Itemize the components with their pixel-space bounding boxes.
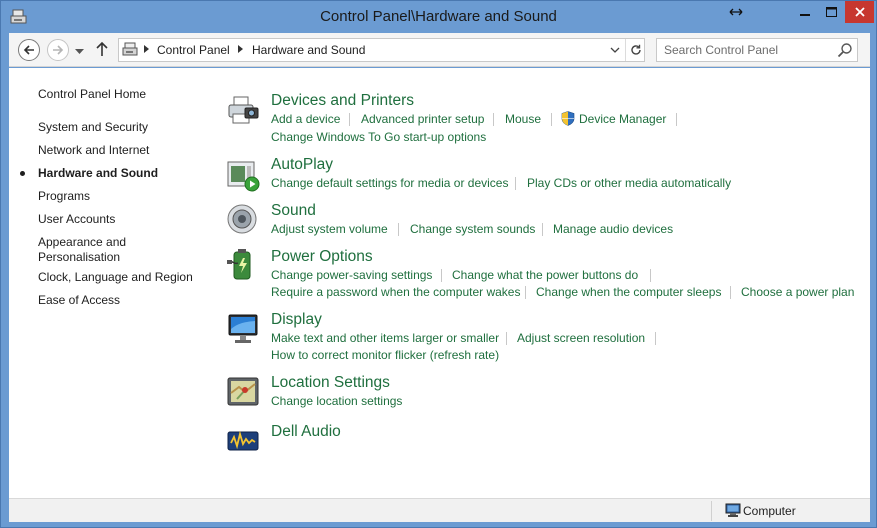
link-separator [525, 286, 526, 299]
link-play-cds-automatically[interactable]: Play CDs or other media automatically [527, 176, 731, 190]
minimize-button[interactable] [791, 1, 818, 23]
sidebar-item-control-panel-home[interactable]: Control Panel Home [38, 87, 208, 102]
active-item-bullet [20, 171, 25, 176]
resize-handle-icon[interactable] [723, 1, 749, 23]
navigation-bar: Control Panel Hardware and Sound [9, 33, 870, 67]
uac-shield-icon [561, 111, 575, 126]
category-dell-audio[interactable]: Dell Audio [271, 423, 341, 441]
sidebar-item-network-and-internet[interactable]: Network and Internet [38, 143, 208, 158]
link-choose-power-plan[interactable]: Choose a power plan [741, 285, 854, 299]
forward-button[interactable] [47, 39, 69, 61]
link-make-text-larger[interactable]: Make text and other items larger or smal… [271, 331, 499, 345]
link-separator [676, 113, 677, 126]
search-input[interactable] [657, 39, 833, 61]
category-devices-and-printers[interactable]: Devices and Printers [271, 92, 414, 110]
link-require-password-on-wake[interactable]: Require a password when the computer wak… [271, 285, 520, 299]
category-autoplay[interactable]: AutoPlay [271, 156, 333, 174]
forward-arrow-icon [53, 45, 64, 55]
link-advanced-printer-setup[interactable]: Advanced printer setup [361, 112, 484, 126]
link-change-location-settings[interactable]: Change location settings [271, 394, 402, 408]
link-windows-to-go[interactable]: Change Windows To Go start-up options [271, 130, 486, 144]
link-manage-audio-devices[interactable]: Manage audio devices [553, 222, 673, 236]
chevron-down-icon [75, 49, 84, 54]
search-box[interactable] [656, 38, 858, 62]
link-adjust-system-volume[interactable]: Adjust system volume [271, 222, 388, 236]
category-display[interactable]: Display [271, 311, 322, 329]
control-panel-window: Control Panel\Hardware and Sound Control… [0, 0, 877, 528]
link-separator [493, 113, 494, 126]
category-sound[interactable]: Sound [271, 202, 316, 220]
link-separator [655, 332, 656, 345]
link-change-system-sounds[interactable]: Change system sounds [410, 222, 535, 236]
category-location-settings[interactable]: Location Settings [271, 374, 390, 392]
up-button[interactable] [96, 41, 108, 60]
breadcrumb-separator-icon[interactable] [238, 45, 243, 53]
link-change-sleep-time[interactable]: Change when the computer sleeps [536, 285, 721, 299]
search-icon[interactable] [837, 42, 853, 58]
status-location-label: Computer [743, 504, 796, 518]
dell-audio-icon[interactable] [226, 423, 260, 457]
link-monitor-flicker[interactable]: How to correct monitor flicker (refresh … [271, 348, 499, 362]
computer-icon [725, 503, 741, 517]
content-area: Control Panel Home System and Security N… [9, 68, 870, 498]
title-bar[interactable]: Control Panel\Hardware and Sound [1, 1, 876, 33]
battery-icon[interactable] [226, 248, 260, 282]
link-change-power-saving-settings[interactable]: Change power-saving settings [271, 268, 432, 282]
back-button[interactable] [18, 39, 40, 61]
status-bar: Computer [9, 498, 870, 522]
close-icon [854, 7, 865, 17]
refresh-icon [630, 44, 641, 55]
sidebar-item-hardware-and-sound[interactable]: Hardware and Sound [38, 166, 208, 181]
link-separator [349, 113, 350, 126]
address-bar[interactable]: Control Panel Hardware and Sound [118, 38, 645, 62]
link-separator [441, 269, 442, 282]
link-separator [542, 223, 543, 236]
sidebar-item-ease-of-access[interactable]: Ease of Access [38, 293, 208, 308]
sidebar-item-programs[interactable]: Programs [38, 189, 208, 204]
control-panel-location-icon [122, 42, 138, 56]
printer-camera-icon[interactable] [226, 94, 260, 128]
breadcrumb-control-panel[interactable]: Control Panel [157, 43, 230, 57]
link-change-power-buttons[interactable]: Change what the power buttons do [452, 268, 638, 282]
sidebar-item-system-and-security[interactable]: System and Security [38, 120, 208, 135]
recent-locations-button[interactable] [75, 44, 84, 58]
link-separator [650, 269, 651, 282]
monitor-icon[interactable] [226, 312, 260, 346]
status-divider [711, 501, 712, 521]
maximize-button[interactable] [818, 1, 845, 23]
breadcrumb-separator-icon[interactable] [144, 45, 149, 53]
link-change-default-media-settings[interactable]: Change default settings for media or dev… [271, 176, 508, 190]
link-device-manager[interactable]: Device Manager [579, 112, 666, 126]
up-arrow-icon [96, 41, 108, 56]
back-arrow-icon [23, 45, 34, 55]
link-separator [398, 223, 399, 236]
link-add-a-device[interactable]: Add a device [271, 112, 340, 126]
link-separator [515, 177, 516, 190]
link-separator [506, 332, 507, 345]
close-button[interactable] [845, 1, 874, 23]
sidebar-item-clock-language-region[interactable]: Clock, Language and Region [38, 270, 208, 285]
location-map-icon[interactable] [226, 375, 260, 409]
address-history-button[interactable] [605, 39, 625, 61]
sidebar-item-user-accounts[interactable]: User Accounts [38, 212, 208, 227]
link-separator [551, 113, 552, 126]
link-separator [730, 286, 731, 299]
link-adjust-screen-resolution[interactable]: Adjust screen resolution [517, 331, 645, 345]
speaker-icon[interactable] [226, 202, 260, 236]
chevron-down-icon [610, 47, 620, 53]
autoplay-icon[interactable] [226, 158, 260, 192]
refresh-button[interactable] [625, 39, 645, 61]
sidebar-item-appearance-and-personalisation[interactable]: Appearance and Personalisation [38, 235, 148, 265]
category-power-options[interactable]: Power Options [271, 248, 373, 266]
breadcrumb-hardware-and-sound[interactable]: Hardware and Sound [252, 43, 365, 57]
link-mouse[interactable]: Mouse [505, 112, 541, 126]
